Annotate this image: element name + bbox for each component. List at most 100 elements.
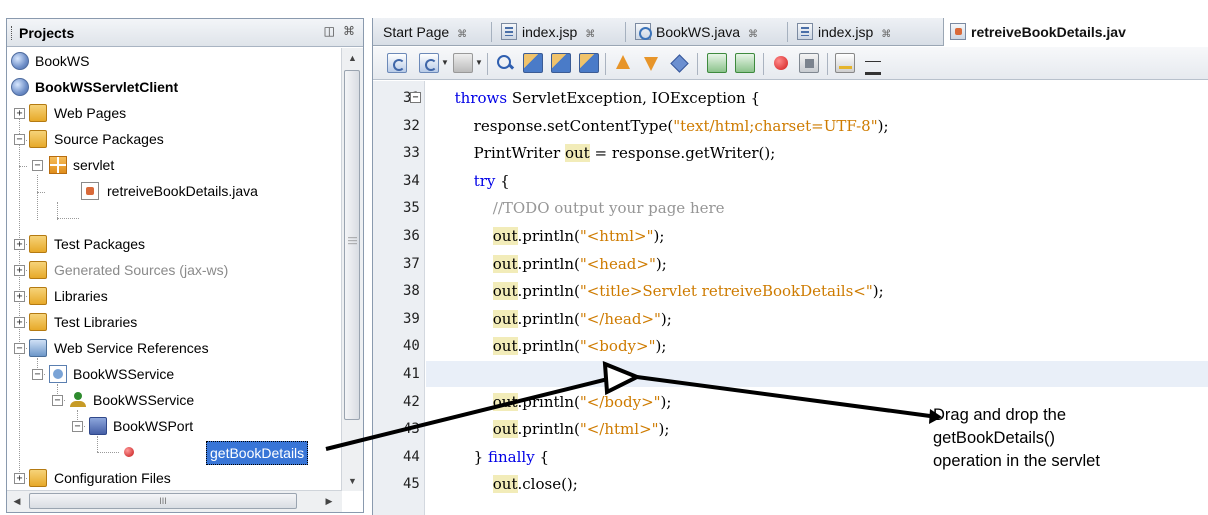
scroll-thumb[interactable]: III — [29, 493, 297, 509]
uncomment-icon[interactable] — [863, 53, 883, 75]
expand-icon[interactable]: + — [14, 239, 25, 250]
code-line[interactable]: out.println("</head>"); — [426, 306, 1208, 332]
back-icon[interactable] — [419, 53, 439, 73]
collapse-icon[interactable]: − — [14, 134, 25, 145]
line-number: 36 — [403, 228, 420, 244]
code-line[interactable]: PrintWriter out = response.getWriter(); — [426, 140, 1208, 166]
code-line[interactable]: response.setContentType("text/html;chars… — [426, 113, 1208, 139]
tree-item-label: servlet — [73, 157, 115, 173]
tree-item-label: Source Packages — [54, 131, 164, 147]
code-line[interactable]: out.println("<body>"); — [426, 333, 1208, 359]
tree-item-label: Libraries — [54, 288, 108, 304]
projects-panel: Projects ◫ ⌘ BookWS BookWSServletClient … — [6, 18, 364, 513]
vertical-scrollbar[interactable]: ▲ — — — ▼ — [341, 48, 363, 491]
code-line[interactable]: out.println("<head>"); — [426, 251, 1208, 277]
drag-grip-icon[interactable] — [11, 26, 14, 40]
stop-macro-icon[interactable] — [799, 53, 819, 73]
scroll-left-icon[interactable]: ◀ — [7, 491, 27, 512]
folder-icon — [29, 261, 47, 279]
service-icon — [69, 391, 87, 409]
collapse-icon[interactable]: − — [32, 160, 43, 171]
line-number: 42 — [403, 393, 420, 410]
line-number: 38 — [403, 283, 420, 300]
expand-icon[interactable]: + — [14, 108, 25, 119]
close-icon[interactable]: ⌘ — [343, 24, 355, 38]
shift-left-icon[interactable] — [707, 53, 727, 73]
close-tab-icon[interactable]: ⌘ — [748, 29, 758, 40]
close-tab-icon[interactable]: ⌘ — [585, 29, 595, 40]
minimize-icon[interactable]: ◫ — [324, 24, 335, 38]
collapse-icon[interactable]: − — [32, 369, 43, 380]
projects-header: Projects ◫ ⌘ — [7, 19, 363, 47]
toggle-bookmark-icon[interactable] — [669, 53, 689, 73]
line-number: 44 — [403, 448, 420, 465]
fold-toggle-icon[interactable]: − — [410, 92, 421, 103]
next-bookmark-icon[interactable] — [641, 53, 661, 73]
tree-item-label: Test Libraries — [54, 314, 138, 330]
forward-icon[interactable] — [453, 53, 473, 73]
expand-icon[interactable]: + — [14, 291, 25, 302]
tab-retreivebookdetails[interactable]: retreiveBookDetails.jav — [943, 18, 1208, 46]
expand-icon[interactable]: + — [14, 317, 25, 328]
code-line[interactable]: try { — [426, 168, 1208, 194]
comment-icon[interactable] — [835, 53, 855, 73]
tab-bookws-java[interactable]: BookWS.java ⌘ — [635, 18, 758, 46]
expand-icon[interactable]: + — [14, 265, 25, 276]
line-number: 37 — [403, 255, 420, 272]
editor-tab-bar: Start Page ⌘ index.jsp ⌘ BookWS.java ⌘ inde… — [373, 18, 1208, 46]
shift-right-icon[interactable] — [735, 53, 755, 73]
line-number: 33 — [403, 145, 420, 162]
code-line[interactable]: //TODO output your page here — [426, 195, 1208, 221]
line-number: 34 — [403, 172, 420, 189]
chevron-down-icon[interactable]: ▼ — [441, 53, 449, 73]
tab-start-page[interactable]: Start Page ⌘ — [383, 18, 467, 46]
last-edit-icon[interactable] — [387, 53, 407, 73]
scroll-up-icon[interactable]: ▲ — [342, 48, 363, 68]
code-line[interactable]: out.println("<html>"); — [426, 223, 1208, 249]
scroll-down-icon[interactable]: ▼ — [342, 471, 363, 491]
find-previous-icon[interactable] — [523, 53, 543, 73]
tab-label: BookWS.java — [656, 24, 741, 40]
collapse-icon[interactable]: − — [14, 343, 25, 354]
java-file-icon — [950, 23, 966, 40]
collapse-icon[interactable]: − — [72, 421, 83, 432]
web-project-icon — [11, 52, 29, 70]
tab-label: retreiveBookDetails.jav — [971, 24, 1126, 40]
line-number: 39 — [403, 310, 420, 327]
code-line[interactable]: out.println("<title>Servlet retreiveBook… — [426, 278, 1208, 304]
tab-index-jsp-2[interactable]: index.jsp ⌘ — [797, 18, 891, 46]
horizontal-scrollbar[interactable]: ◀ III ▶ — [7, 490, 342, 512]
library-icon — [29, 287, 47, 305]
line-number: 32 — [403, 117, 420, 134]
web-service-icon — [49, 365, 67, 383]
tab-label: index.jsp — [522, 24, 578, 40]
tree-item-label: Generated Sources (jax-ws) — [54, 262, 229, 278]
line-number: 35 — [403, 200, 420, 217]
scroll-right-icon[interactable]: ▶ — [319, 491, 339, 512]
collapse-icon[interactable]: − — [52, 395, 63, 406]
code-line[interactable] — [426, 361, 1208, 387]
tab-index-jsp[interactable]: index.jsp ⌘ — [501, 18, 595, 46]
toggle-highlight-icon[interactable] — [579, 53, 599, 73]
folder-icon — [29, 104, 47, 122]
jsp-file-icon — [797, 23, 813, 40]
chevron-down-icon[interactable]: ▼ — [475, 53, 483, 73]
code-line[interactable]: throws ServletException, IOException { — [426, 85, 1208, 111]
expand-icon[interactable]: + — [14, 473, 25, 484]
project-tree: BookWS BookWSServletClient + Web Pages −… — [7, 48, 340, 491]
close-tab-icon[interactable]: ⌘ — [881, 29, 891, 40]
line-number: 45 — [403, 476, 420, 493]
tree-item-label: Configuration Files — [54, 470, 171, 486]
annotation-line: operation in the servlet — [933, 452, 1100, 470]
ws-references-icon — [29, 339, 47, 357]
find-next-icon[interactable] — [551, 53, 571, 73]
scroll-thumb[interactable]: — — — — [344, 70, 360, 420]
close-tab-icon[interactable]: ⌘ — [457, 29, 467, 40]
previous-bookmark-icon[interactable] — [613, 53, 633, 73]
folder-icon — [29, 130, 47, 148]
find-icon[interactable] — [495, 53, 515, 73]
code-line[interactable]: out.close(); — [426, 471, 1208, 497]
tab-label: Start Page — [383, 24, 450, 40]
tree-item-label: getBookDetails — [206, 441, 309, 465]
record-macro-icon[interactable] — [771, 53, 791, 73]
